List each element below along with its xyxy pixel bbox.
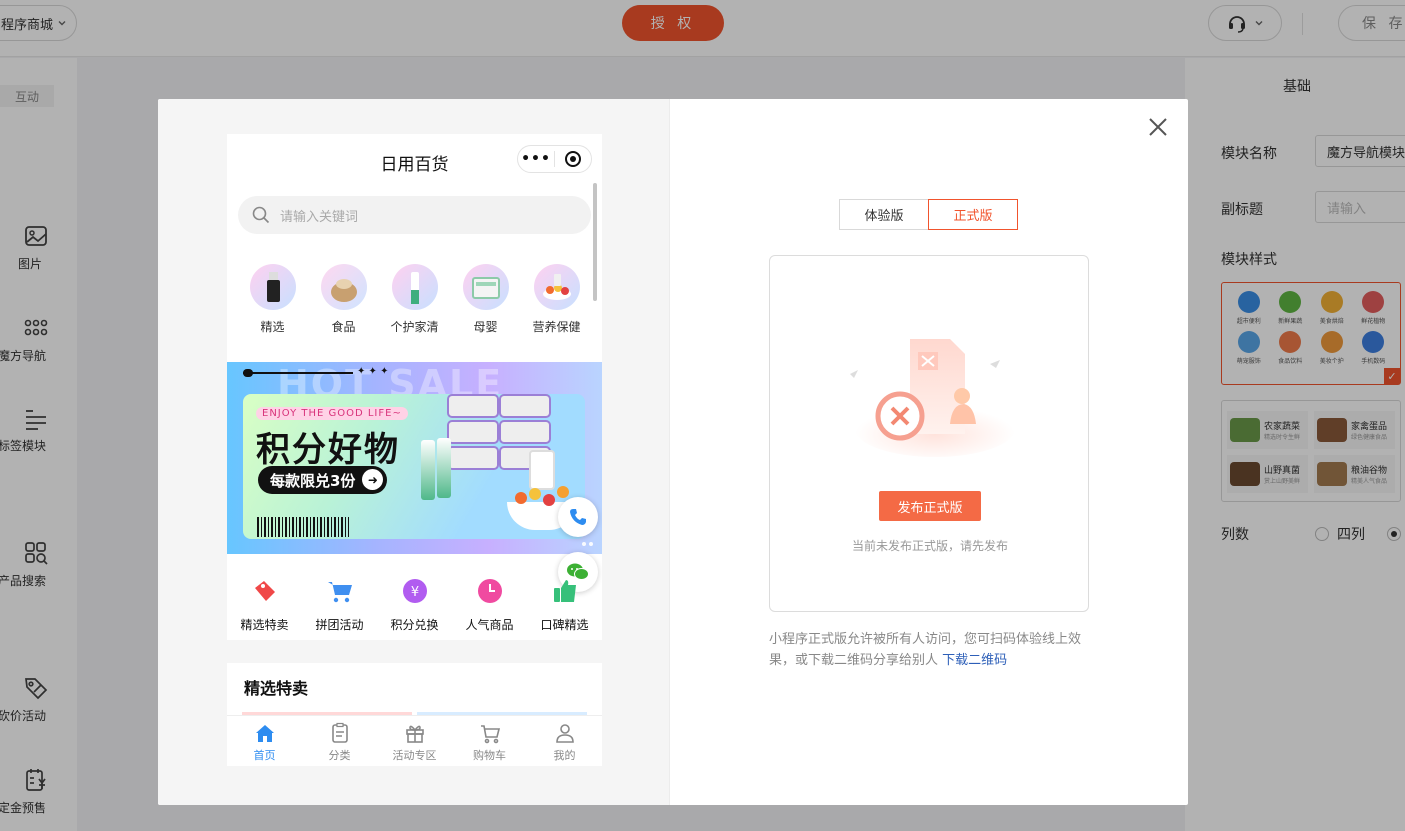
category-item[interactable]: 母婴 bbox=[451, 264, 521, 335]
tab-category[interactable]: 分类 bbox=[302, 716, 377, 766]
publish-release-button[interactable]: 发布正式版 bbox=[879, 491, 981, 521]
nav-item[interactable]: 精选特卖 bbox=[229, 574, 301, 633]
shopping-cart-icon bbox=[480, 725, 500, 744]
banner-decor-line bbox=[243, 372, 353, 374]
category-item[interactable]: 个护家清 bbox=[380, 264, 450, 335]
nav-label: 积分兑换 bbox=[390, 618, 439, 632]
nav-label: 人气商品 bbox=[465, 618, 514, 632]
category-label: 个护家清 bbox=[390, 320, 439, 334]
tab-profile[interactable]: 我的 bbox=[527, 716, 602, 766]
promo-banner[interactable]: HOT SALE ✦ ✦ ✦ ENJOY THE GOOD LIFE~ 积分好物… bbox=[227, 362, 602, 554]
category-item[interactable]: 精选 bbox=[238, 264, 308, 335]
phone-search-bar[interactable]: 请输入关键词 bbox=[238, 196, 591, 234]
banner-decor-dot bbox=[243, 369, 253, 377]
category-item[interactable]: 营养保健 bbox=[522, 264, 592, 335]
search-icon bbox=[252, 206, 270, 224]
category-image bbox=[249, 264, 296, 310]
banner-title: 积分好物 bbox=[256, 430, 400, 470]
nav-item[interactable]: ¥ 积分兑换 bbox=[379, 574, 451, 633]
close-icon bbox=[1149, 118, 1167, 136]
category-label: 精选 bbox=[260, 320, 285, 334]
clipboard-icon bbox=[331, 722, 348, 743]
nav-item[interactable]: 拼团活动 bbox=[304, 574, 376, 633]
category-image bbox=[391, 264, 438, 310]
user-icon bbox=[555, 724, 574, 743]
phone-call-button[interactable] bbox=[558, 497, 598, 537]
category-image bbox=[462, 264, 509, 310]
version-tabs: 体验版 正式版 bbox=[839, 199, 1018, 230]
banner-pagination bbox=[582, 542, 593, 546]
category-row: 精选 食品 个护家清 母婴 营养保健 bbox=[227, 264, 602, 335]
qrcode-note: 小程序正式版允许被所有人访问，您可扫码体验线上效果，或下载二维码分享给别人 下载… bbox=[769, 629, 1089, 671]
tab-activities[interactable]: 活动专区 bbox=[377, 716, 452, 766]
section-divider bbox=[227, 640, 602, 663]
banner-products-graphic bbox=[407, 390, 577, 530]
cart-icon bbox=[323, 574, 357, 608]
banner-stars: ✦ ✦ ✦ bbox=[357, 366, 389, 377]
qrcode-box: 发布正式版 当前未发布正式版，请先发布 bbox=[769, 255, 1089, 612]
category-image bbox=[533, 264, 580, 310]
points-coin-icon: ¥ bbox=[398, 574, 432, 608]
tab-trial-version[interactable]: 体验版 bbox=[839, 199, 929, 230]
popular-clock-icon bbox=[473, 574, 507, 608]
thumbs-up-icon bbox=[548, 574, 582, 608]
tab-release-version[interactable]: 正式版 bbox=[928, 199, 1018, 230]
empty-state-illustration bbox=[850, 339, 1015, 457]
svg-text:¥: ¥ bbox=[410, 585, 418, 600]
download-qrcode-link[interactable]: 下载二维码 bbox=[942, 653, 1007, 668]
category-item[interactable]: 食品 bbox=[309, 264, 379, 335]
nav-item[interactable]: 人气商品 bbox=[454, 574, 526, 633]
empty-state-tip: 当前未发布正式版，请先发布 bbox=[851, 539, 1008, 553]
nav-item[interactable]: 口碑精选 bbox=[529, 574, 601, 633]
tab-home[interactable]: 首页 bbox=[227, 716, 302, 766]
phone-preview: 日用百货 ••• 请输入关键词 精选 食品 个护家清 母婴 营养保健 HOT S… bbox=[227, 134, 602, 766]
home-icon bbox=[255, 725, 274, 742]
phone-tab-bar: 首页 分类 活动专区 购物车 我的 bbox=[227, 715, 602, 766]
barcode-graphic bbox=[257, 517, 349, 537]
nav-label: 口碑精选 bbox=[540, 618, 589, 632]
banner-pill: 每款限兑3份 bbox=[258, 466, 388, 494]
feature-nav: 精选特卖 拼团活动 ¥ 积分兑换 人气商品 口碑精选 bbox=[227, 574, 602, 633]
category-label: 母婴 bbox=[473, 320, 498, 334]
publish-modal: 日用百货 ••• 请输入关键词 精选 食品 个护家清 母婴 营养保健 HOT S… bbox=[158, 99, 1188, 805]
section-title: 精选特卖 bbox=[244, 679, 309, 698]
nav-label: 精选特卖 bbox=[240, 618, 289, 632]
miniprogram-capsule: ••• bbox=[517, 145, 592, 173]
search-placeholder: 请输入关键词 bbox=[280, 209, 359, 225]
close-target-icon[interactable] bbox=[555, 146, 591, 172]
category-image bbox=[320, 264, 367, 310]
category-label: 营养保健 bbox=[532, 320, 581, 334]
phone-icon bbox=[570, 509, 586, 525]
more-icon[interactable]: ••• bbox=[518, 146, 554, 172]
flash-sale-icon bbox=[248, 574, 282, 608]
tab-cart[interactable]: 购物车 bbox=[452, 716, 527, 766]
qrcode-note-text: 小程序正式版允许被所有人访问，您可扫码体验线上效果，或下载二维码分享给别人 bbox=[769, 632, 1082, 668]
banner-enjoy-tag: ENJOY THE GOOD LIFE~ bbox=[256, 407, 408, 420]
close-modal-button[interactable] bbox=[1144, 113, 1172, 141]
gift-icon bbox=[405, 725, 424, 743]
nav-label: 拼团活动 bbox=[315, 618, 364, 632]
category-label: 食品 bbox=[331, 320, 356, 334]
phone-preview-area: 日用百货 ••• 请输入关键词 精选 食品 个护家清 母婴 营养保健 HOT S… bbox=[158, 99, 670, 805]
